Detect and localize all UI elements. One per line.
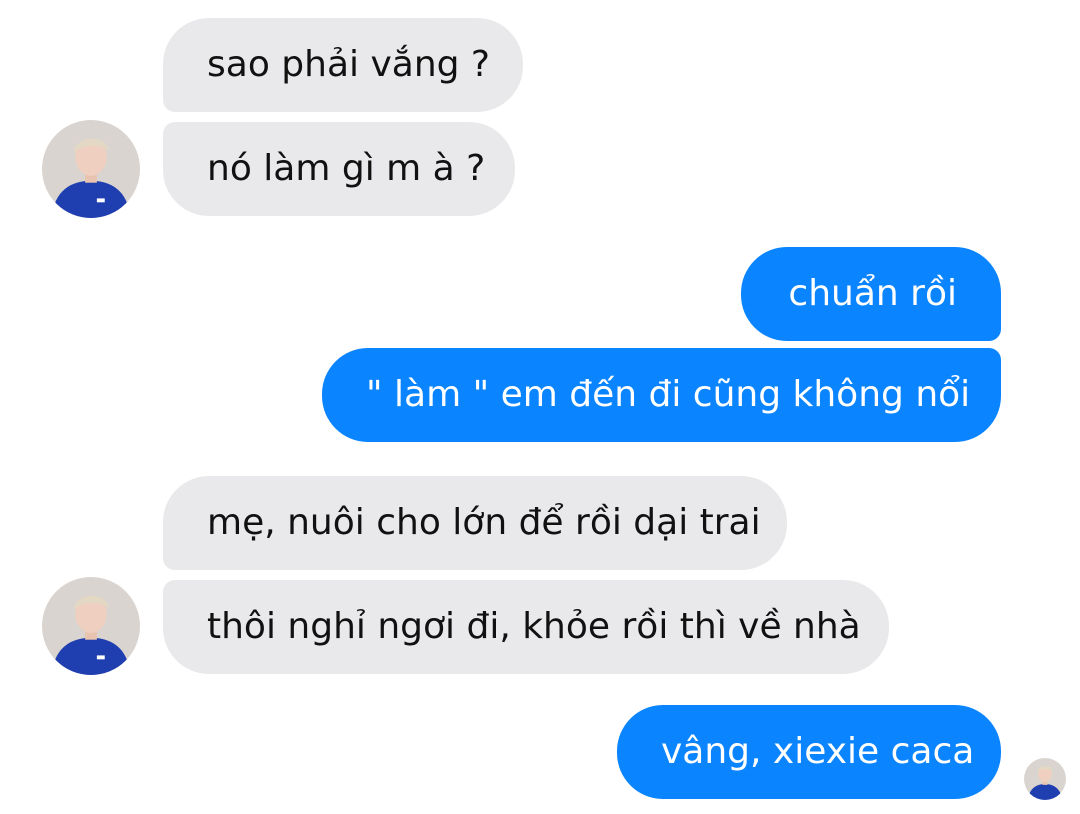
seen-avatar-icon	[1024, 758, 1066, 800]
incoming-message-bubble[interactable]: mẹ, nuôi cho lớn để rồi dại trai	[163, 476, 787, 570]
incoming-message-bubble[interactable]: nó làm gì m à ?	[163, 122, 515, 216]
outgoing-message-bubble[interactable]: vâng, xiexie caca	[617, 705, 1001, 799]
chat-thread: sao phải vắng ? nó làm gì m à ? chuẩn rồ…	[0, 0, 1080, 814]
contact-avatar[interactable]	[42, 577, 140, 675]
incoming-message-bubble[interactable]: sao phải vắng ?	[163, 18, 523, 112]
avatar-image	[42, 120, 140, 218]
avatar-image	[1024, 758, 1066, 800]
incoming-message-bubble[interactable]: thôi nghỉ ngơi đi, khỏe rồi thì về nhà	[163, 580, 889, 674]
outgoing-message-bubble[interactable]: " làm " em đến đi cũng không nổi	[322, 348, 1001, 442]
avatar-image	[42, 577, 140, 675]
contact-avatar[interactable]	[42, 120, 140, 218]
outgoing-message-bubble[interactable]: chuẩn rồi	[741, 247, 1001, 341]
